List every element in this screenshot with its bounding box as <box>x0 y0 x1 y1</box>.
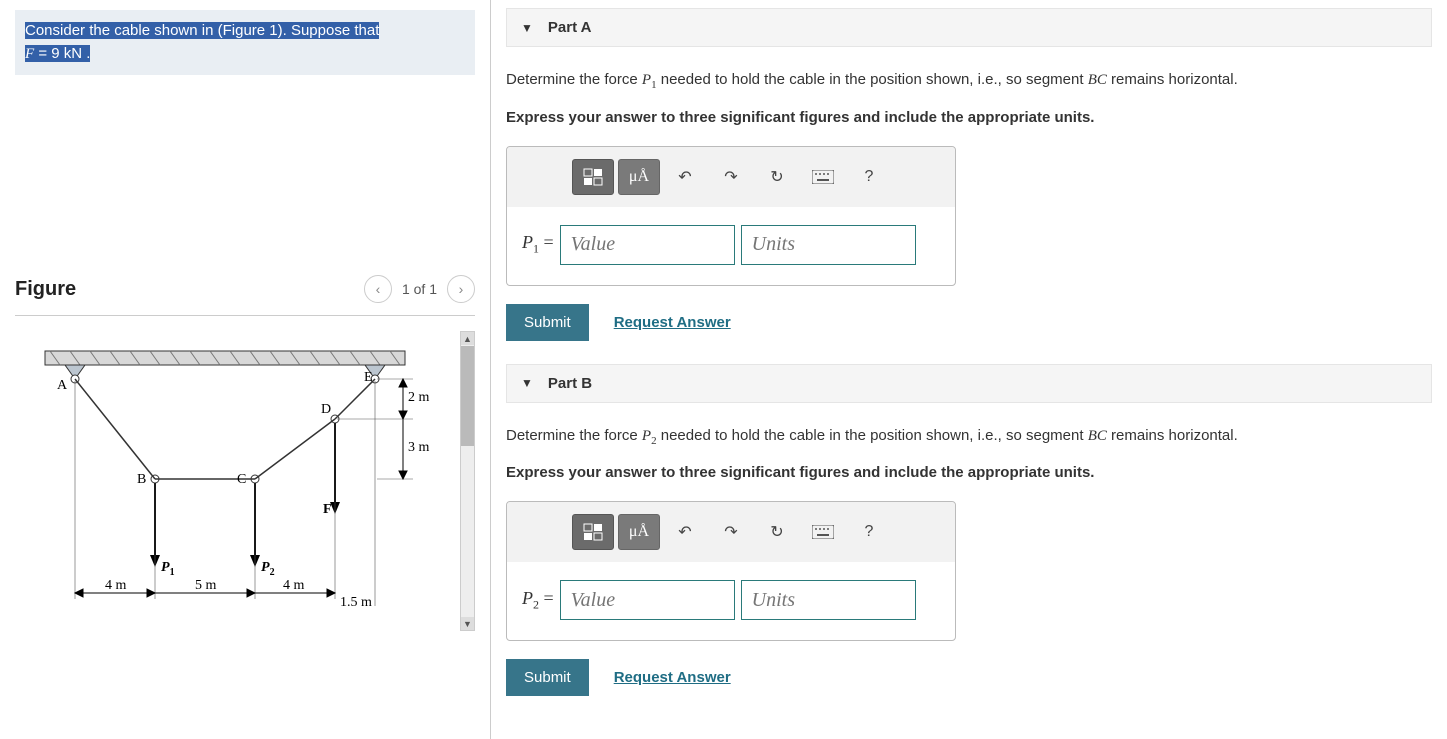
right-panel: ▼ Part A Determine the force P1 needed t… <box>490 0 1447 739</box>
cable-diagram-svg: A E B C D F P1 P2 <box>15 331 435 631</box>
dim-3m: 3 m <box>408 440 430 455</box>
redo-button[interactable]: ↷ <box>710 159 752 195</box>
units-symbols-button[interactable]: μÅ <box>618 514 660 550</box>
figure-prev-button[interactable]: ‹ <box>364 275 392 303</box>
segment-CD <box>255 419 335 479</box>
part-a-value-input[interactable] <box>560 225 735 265</box>
label-E: E <box>364 370 373 385</box>
problem-end: . <box>82 45 90 62</box>
problem-eq: = 9 <box>34 45 64 62</box>
keyboard-icon <box>812 170 834 184</box>
dim-4m-1: 4 m <box>105 578 127 593</box>
part-a-input-row: P1 = <box>507 207 955 285</box>
part-a-request-answer-link[interactable]: Request Answer <box>614 314 731 331</box>
part-b-answer-box: μÅ ↶ ↷ ↻ ? P2 = <box>506 501 956 641</box>
part-b-question: Determine the force P2 needed to hold th… <box>506 425 1432 450</box>
units-symbols-button[interactable]: μÅ <box>618 159 660 195</box>
chevron-down-icon: ▼ <box>521 376 533 390</box>
problem-statement: Consider the cable shown in (Figure 1). … <box>15 10 475 75</box>
part-a-input-label: P1 = <box>522 232 554 257</box>
qB-pre: Determine the force <box>506 427 642 444</box>
keyboard-icon <box>812 525 834 539</box>
label-P2: P2 <box>261 560 275 578</box>
problem-var-F: F <box>25 46 34 62</box>
qB-end: remains horizontal. <box>1107 427 1238 444</box>
part-b-body: Determine the force P2 needed to hold th… <box>506 403 1432 712</box>
scroll-up-icon[interactable]: ▲ <box>461 332 474 345</box>
qA-end: remains horizontal. <box>1107 71 1238 88</box>
part-b-input-label: P2 = <box>522 588 554 613</box>
scroll-thumb[interactable] <box>461 346 474 446</box>
problem-text: Consider the cable shown in (Figure 1). … <box>25 22 379 62</box>
part-a-units-input[interactable] <box>741 225 916 265</box>
figure-page-label: 1 of 1 <box>402 281 437 297</box>
figure-next-button[interactable]: › <box>447 275 475 303</box>
part-b-value-input[interactable] <box>560 580 735 620</box>
part-a-question: Determine the force P1 needed to hold th… <box>506 69 1432 94</box>
undo-button[interactable]: ↶ <box>664 514 706 550</box>
label-D: D <box>321 402 331 417</box>
qA-var: P <box>642 72 651 88</box>
figure-diagram: A E B C D F P1 P2 <box>15 331 455 634</box>
undo-button[interactable]: ↶ <box>664 159 706 195</box>
templates-icon <box>583 168 603 186</box>
qA-seg: BC <box>1088 72 1107 88</box>
scroll-down-icon[interactable]: ▼ <box>461 617 474 630</box>
part-a-title: Part A <box>548 19 592 36</box>
part-a-header[interactable]: ▼ Part A <box>506 8 1432 47</box>
part-a-instruction: Express your answer to three significant… <box>506 109 1432 126</box>
reset-button[interactable]: ↻ <box>756 514 798 550</box>
qA-pre: Determine the force <box>506 71 642 88</box>
qA-post: needed to hold the cable in the position… <box>657 71 1088 88</box>
figure-content: A E B C D F P1 P2 <box>15 331 475 634</box>
qB-post: needed to hold the cable in the position… <box>657 427 1088 444</box>
part-b-input-row: P2 = <box>507 562 955 640</box>
segment-AB <box>75 379 155 479</box>
part-b-request-answer-link[interactable]: Request Answer <box>614 669 731 686</box>
templates-button[interactable] <box>572 159 614 195</box>
dim-5m: 5 m <box>195 578 217 593</box>
part-a-submit-row: Submit Request Answer <box>506 304 1432 341</box>
label-B: B <box>137 472 146 487</box>
part-a-submit-button[interactable]: Submit <box>506 304 589 341</box>
part-b-header[interactable]: ▼ Part B <box>506 364 1432 403</box>
segment-DE <box>335 379 375 419</box>
dim-4m-2: 4 m <box>283 578 305 593</box>
part-b-title: Part B <box>548 375 592 392</box>
help-button[interactable]: ? <box>848 159 890 195</box>
figure-pager: ‹ 1 of 1 › <box>364 275 475 303</box>
figure-title: Figure <box>15 278 76 301</box>
templates-button[interactable] <box>572 514 614 550</box>
redo-button[interactable]: ↷ <box>710 514 752 550</box>
chevron-down-icon: ▼ <box>521 21 533 35</box>
qB-seg: BC <box>1088 428 1107 444</box>
reset-button[interactable]: ↻ <box>756 159 798 195</box>
part-a-toolbar: μÅ ↶ ↷ ↻ ? <box>507 147 955 207</box>
part-b-toolbar: μÅ ↶ ↷ ↻ ? <box>507 502 955 562</box>
help-button[interactable]: ? <box>848 514 890 550</box>
label-F: F <box>323 502 332 517</box>
part-a-answer-box: μÅ ↶ ↷ ↻ ? P1 = <box>506 146 956 286</box>
part-a-body: Determine the force P1 needed to hold th… <box>506 47 1432 356</box>
problem-unit: kN <box>64 45 82 62</box>
part-b-submit-row: Submit Request Answer <box>506 659 1432 696</box>
templates-icon <box>583 523 603 541</box>
figure-header: Figure ‹ 1 of 1 › <box>15 275 475 316</box>
left-panel: Consider the cable shown in (Figure 1). … <box>0 0 490 739</box>
dim-vert <box>399 379 407 479</box>
label-A: A <box>57 378 68 393</box>
part-b-instruction: Express your answer to three significant… <box>506 464 1432 481</box>
part-b-units-input[interactable] <box>741 580 916 620</box>
problem-line1: Consider the cable shown in (Figure 1). … <box>25 22 379 39</box>
dim-1-5m: 1.5 m <box>340 595 372 610</box>
keyboard-button[interactable] <box>802 159 844 195</box>
label-C: C <box>237 472 246 487</box>
part-b-submit-button[interactable]: Submit <box>506 659 589 696</box>
label-P1: P1 <box>161 560 175 578</box>
keyboard-button[interactable] <box>802 514 844 550</box>
qB-var: P <box>642 428 651 444</box>
figure-scrollbar[interactable]: ▲ ▼ <box>460 331 475 631</box>
dim-2m: 2 m <box>408 390 430 405</box>
